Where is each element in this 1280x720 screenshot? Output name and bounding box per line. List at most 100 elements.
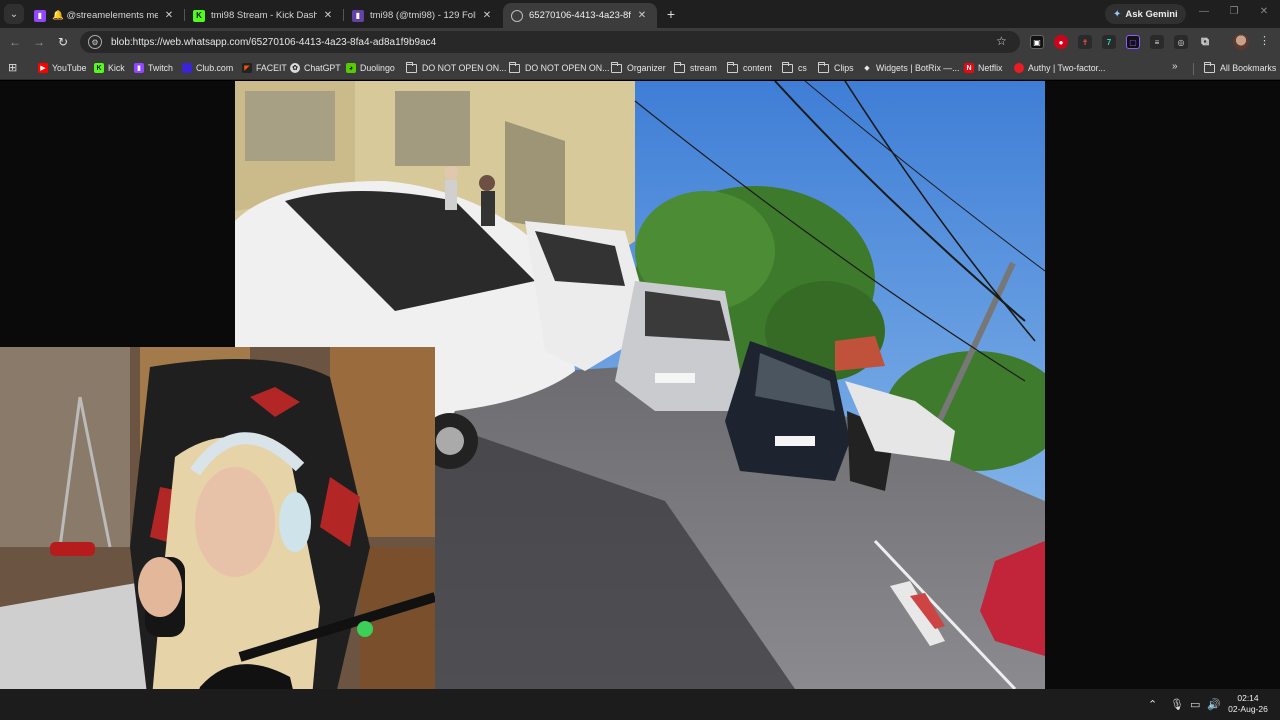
bookmark-twitch[interactable]: ▮ Twitch — [134, 60, 173, 76]
bookmark-folder-cs[interactable]: cs — [782, 60, 807, 76]
bookmark-chatgpt[interactable]: ✿ ChatGPT — [290, 60, 341, 76]
folder-icon — [674, 61, 685, 73]
globe-icon — [511, 9, 523, 22]
clock-date: 02-Aug-26 — [1228, 704, 1268, 714]
bookmark-label: Widgets | BotRix —... — [876, 63, 960, 73]
tab-title: tmi98 (@tmi98) - 129 Followers — [370, 10, 476, 21]
bookmark-folder-stream[interactable]: stream — [674, 60, 717, 76]
chevron-down-icon: ⌄ — [9, 8, 19, 20]
bookmark-authy[interactable]: Authy | Two-factor... — [1014, 60, 1105, 76]
tab-strip: ⌄ ▮ 🔔 @streamelements mentioned ✕ K tmi9… — [0, 0, 1280, 28]
bookmark-label: FACEIT — [256, 63, 287, 73]
extension-icon[interactable]: ▢ — [1126, 35, 1140, 49]
extension-icon[interactable]: ◎ — [1174, 35, 1188, 49]
address-bar[interactable]: ⚙ blob:https://web.whatsapp.com/65270106… — [80, 31, 1020, 53]
bookmark-star-icon[interactable]: ☆ — [996, 34, 1007, 48]
bookmark-folder[interactable]: DO NOT OPEN ON... — [509, 60, 609, 76]
bookmark-folder[interactable]: DO NOT OPEN ON... — [406, 60, 506, 76]
tab-twitch-profile[interactable]: ▮ tmi98 (@tmi98) - 129 Followers ✕ — [344, 3, 502, 28]
reload-icon[interactable]: ↻ — [55, 34, 71, 50]
faceit-icon: ◤ — [242, 63, 252, 73]
url-text: blob:https://web.whatsapp.com/65270106-4… — [111, 36, 437, 48]
tab-title: 65270106-4413-4a23-8fa4-ad8a — [529, 10, 631, 21]
twitch-icon: ▮ — [352, 9, 364, 22]
twitch-icon: ▮ — [134, 63, 144, 73]
bookmarks-bar: ⊞ ▶ YouTube K Kick ▮ Twitch Club.com ◤ F… — [0, 56, 1280, 80]
bookmark-duolingo[interactable]: ◕ Duolingo — [346, 60, 395, 76]
show-hidden-icons-chevron-icon[interactable]: ⌃ — [1148, 698, 1157, 711]
bookmark-folder-clips[interactable]: Clips — [818, 60, 854, 76]
duolingo-icon: ◕ — [346, 63, 356, 73]
folder-icon — [727, 61, 738, 73]
bookmark-label: Kick — [108, 63, 125, 73]
all-bookmarks-button[interactable]: All Bookmarks — [1204, 60, 1276, 76]
close-window-icon[interactable]: ✕ — [1254, 6, 1274, 17]
webcam-overlay — [0, 347, 435, 720]
display-icon[interactable]: ▭ — [1190, 698, 1200, 711]
extension-icon[interactable]: ✝ — [1078, 35, 1092, 49]
youtube-icon: ▶ — [38, 63, 48, 73]
bookmark-label: Clips — [834, 63, 854, 73]
close-icon[interactable]: ✕ — [480, 10, 494, 21]
bookmark-label: content — [743, 63, 772, 73]
bookmark-kick[interactable]: K Kick — [94, 60, 125, 76]
back-icon[interactable]: ← — [7, 34, 23, 50]
folder-icon — [782, 61, 793, 73]
bookmarks-divider — [1193, 63, 1194, 75]
tab-streamelements[interactable]: ▮ 🔔 @streamelements mentioned ✕ — [26, 3, 184, 28]
bookmark-youtube[interactable]: ▶ YouTube — [38, 60, 87, 76]
bookmark-label: Twitch — [148, 63, 173, 73]
minimize-icon[interactable]: — — [1194, 6, 1214, 17]
forward-icon[interactable]: → — [31, 34, 47, 50]
kick-icon: K — [94, 63, 104, 73]
tab-kick-dashboard[interactable]: K tmi98 Stream - Kick Dashboard ✕ — [185, 3, 343, 28]
extension-icon[interactable]: ≡ — [1150, 35, 1164, 49]
extension-icon[interactable]: ▣ — [1030, 35, 1044, 49]
bookmark-netflix[interactable]: N Netflix — [964, 60, 1002, 76]
extension-icon[interactable]: ● — [1054, 35, 1068, 49]
chatgpt-icon: ✿ — [290, 63, 300, 73]
site-info-icon[interactable]: ⚙ — [88, 35, 102, 49]
more-bookmarks-icon[interactable]: » — [1172, 61, 1178, 72]
tab-whatsapp-blob[interactable]: 65270106-4413-4a23-8fa4-ad8a ✕ — [503, 3, 657, 28]
folder-icon — [611, 61, 622, 73]
extension-icon[interactable]: 7 — [1102, 35, 1116, 49]
close-icon[interactable]: ✕ — [162, 10, 176, 21]
apps-grid-icon[interactable]: ⊞ — [8, 61, 17, 74]
system-clock[interactable]: 02:14 02-Aug-26 — [1222, 693, 1274, 715]
tab-search-button[interactable]: ⌄ — [4, 4, 24, 24]
ask-gemini-button[interactable]: ✦ Ask Gemini — [1105, 4, 1186, 24]
bookmark-folder-organizer[interactable]: Organizer — [611, 60, 666, 76]
bookmark-label: stream — [690, 63, 717, 73]
bookmark-label: ChatGPT — [304, 63, 341, 73]
bookmark-botrix[interactable]: ◆ Widgets | BotRix —... — [862, 60, 959, 76]
bookmark-label: YouTube — [52, 63, 87, 73]
browser-toolbar: ← → ↻ ⚙ blob:https://web.whatsapp.com/65… — [0, 28, 1280, 56]
volume-icon[interactable]: 🔊 — [1207, 698, 1221, 711]
tab-title: 🔔 @streamelements mentioned — [52, 10, 158, 21]
new-tab-button[interactable]: + — [663, 6, 679, 22]
bookmark-label: Netflix — [978, 63, 1003, 73]
bookmark-faceit[interactable]: ◤ FACEIT — [242, 60, 287, 76]
restore-icon[interactable]: ❐ — [1224, 6, 1244, 17]
authy-icon — [1014, 63, 1024, 73]
twitch-icon: ▮ — [34, 9, 46, 22]
bookmark-label: All Bookmarks — [1220, 63, 1277, 73]
folder-icon — [818, 61, 829, 73]
folder-icon — [1204, 61, 1215, 73]
folder-icon — [509, 61, 520, 73]
bookmark-label: Authy | Two-factor... — [1028, 63, 1106, 73]
kebab-menu-icon[interactable]: ⋮ — [1259, 34, 1270, 47]
close-icon[interactable]: ✕ — [321, 10, 335, 21]
clock-time: 02:14 — [1237, 693, 1259, 703]
close-icon[interactable]: ✕ — [635, 10, 649, 21]
bookmark-folder-content[interactable]: content — [727, 60, 772, 76]
puzzle-icon[interactable]: ⧉ — [1198, 35, 1212, 49]
bookmark-label: Duolingo — [360, 63, 395, 73]
bookmark-club[interactable]: Club.com — [182, 60, 233, 76]
folder-icon — [406, 61, 417, 73]
profile-avatar[interactable] — [1233, 34, 1249, 50]
microphone-icon[interactable]: 🎙 — [1170, 698, 1184, 711]
bookmark-label: DO NOT OPEN ON... — [525, 63, 610, 73]
bookmark-label: Organizer — [627, 63, 666, 73]
